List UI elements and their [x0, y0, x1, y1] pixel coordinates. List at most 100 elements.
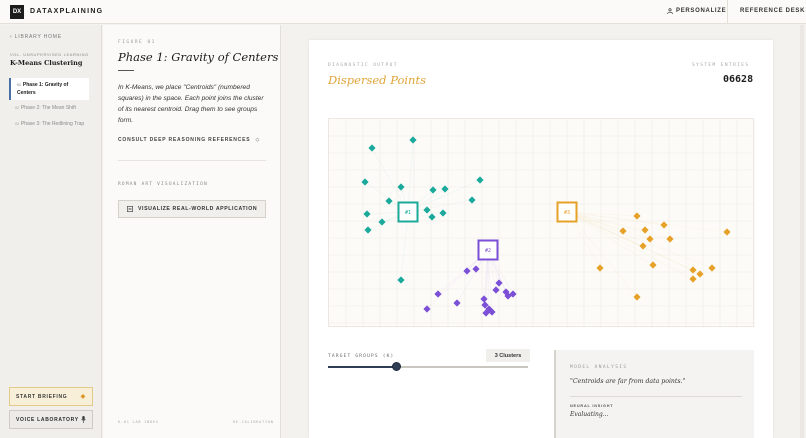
brand-name[interactable]: DATAXPLAINING: [30, 8, 103, 15]
visualize-application-button[interactable]: VISUALIZE REAL-WORLD APPLICATION: [118, 200, 266, 218]
lesson-panel: FIGURE 01 Phase 1: Gravity of Centers In…: [103, 25, 281, 438]
phase-label: Phase 2: The Mean Shift: [20, 105, 76, 111]
centroid-handle[interactable]: #2: [477, 239, 499, 261]
voice-laboratory-button[interactable]: VOICE LABORATORY: [9, 410, 93, 429]
data-point: [666, 235, 674, 243]
k-slider-handle[interactable]: [391, 362, 401, 371]
phase-number: 01: [17, 83, 21, 87]
voice-laboratory-label: VOICE LABORATORY: [16, 416, 79, 423]
assignment-line: [566, 211, 638, 298]
scatter-canvas[interactable]: #1 #2 #3: [329, 119, 755, 328]
scrollbar[interactable]: [800, 25, 804, 438]
model-analysis-text: "Centroids are far from data points.": [570, 378, 686, 385]
divider: [118, 160, 266, 161]
centroid-label: #1: [405, 210, 411, 216]
data-point: [633, 212, 641, 220]
chevron-left-icon: ‹: [10, 34, 13, 40]
course-title: K-Means Clustering: [10, 59, 83, 67]
target-groups-label: TARGET GROUPS (K): [328, 354, 395, 359]
sidebar-item-phase-1[interactable]: 01 Phase 1: Gravity of Centers: [9, 78, 89, 100]
assignment-line: [407, 179, 481, 213]
data-point: [696, 270, 704, 278]
top-bar: DX DATAXPLAINING PERSONALIZE REFERENCE D…: [0, 0, 806, 24]
volume-label: VOL. UNSUPERVISED LEARNING: [10, 52, 89, 57]
centroid-label: #3: [564, 210, 570, 216]
neural-insight-label: NEURAL INSIGHT: [570, 404, 614, 408]
footer-right-label: RE-CALIBRATION: [233, 420, 274, 424]
model-analysis-panel: MODEL ANALYSIS "Centroids are far from d…: [554, 350, 754, 438]
data-point: [641, 226, 649, 234]
neural-insight-text: Evaluating...: [570, 411, 609, 418]
personalize-button[interactable]: PERSONALIZE: [667, 8, 726, 14]
library-home-link[interactable]: ‹ LIBRARY HOME: [10, 34, 62, 40]
data-point: [361, 178, 369, 186]
microphone-icon: [81, 416, 86, 423]
data-point: [723, 228, 731, 236]
reference-desk-link[interactable]: REFERENCE DESK: [740, 8, 805, 14]
assignment-line: [566, 211, 713, 269]
data-point: [363, 210, 371, 218]
data-point: [468, 196, 476, 204]
data-point: [633, 293, 641, 301]
data-point: [596, 264, 604, 272]
sidebar: ‹ LIBRARY HOME VOL. UNSUPERVISED LEARNIN…: [0, 25, 102, 438]
assignment-line: [407, 139, 414, 213]
roman-art-label: ROMAN ART VISUALIZATION: [118, 182, 208, 187]
divider: [727, 0, 728, 24]
consult-references-link[interactable]: CONSULT DEEP REASONING REFERENCES ◇: [118, 137, 260, 143]
data-point: [646, 235, 654, 243]
data-point: [453, 299, 461, 307]
centroid-label: #2: [485, 248, 491, 254]
phase-label: Phase 1: Gravity of Centers: [17, 82, 69, 96]
data-point: [689, 266, 697, 274]
lesson-description: In K-Means, we place "Centroids" (number…: [118, 84, 264, 124]
start-briefing-button[interactable]: START BRIEFING ◆: [9, 387, 93, 406]
cluster-plot[interactable]: #1 #2 #3: [328, 118, 755, 328]
centroid-handle[interactable]: #3: [556, 201, 578, 223]
figure-label: FIGURE 01: [118, 40, 156, 45]
data-point: [397, 183, 405, 191]
start-briefing-label: START BRIEFING: [16, 393, 68, 400]
data-point: [428, 213, 436, 221]
document-icon: [127, 206, 133, 212]
sidebar-item-phase-2[interactable]: 02 Phase 2: The Mean Shift: [9, 101, 89, 115]
data-point: [619, 227, 627, 235]
data-point: [397, 276, 405, 284]
diagnostic-card: DIAGNOSTIC OUTPUT Dispersed Points SYSTE…: [309, 40, 773, 438]
phase-number: 03: [15, 122, 19, 126]
model-analysis-label: MODEL ANALYSIS: [570, 365, 628, 370]
logo[interactable]: DX: [10, 5, 24, 19]
consult-references-label: CONSULT DEEP REASONING REFERENCES: [118, 137, 251, 143]
assignment-line: [566, 211, 701, 275]
data-point: [660, 221, 668, 229]
lesson-title: Phase 1: Gravity of Centers: [118, 50, 279, 64]
diamond-outline-icon: ◇: [255, 137, 261, 143]
divider: [570, 396, 742, 397]
data-point: [439, 209, 447, 217]
visualize-application-label: VISUALIZE REAL-WORLD APPLICATION: [138, 206, 258, 212]
centroid-handle[interactable]: #1: [397, 201, 419, 223]
title-underline: [118, 70, 134, 71]
data-point: [476, 176, 484, 184]
phase-label: Phase 3: The Redlining Trap: [20, 121, 85, 127]
clusters-badge: 3 Clusters: [486, 349, 530, 362]
data-point: [708, 264, 716, 272]
assignment-line: [566, 211, 654, 266]
diamond-icon: ◆: [80, 394, 86, 400]
personalize-label: PERSONALIZE: [676, 8, 727, 14]
sidebar-item-phase-3[interactable]: 03 Phase 3: The Redlining Trap: [9, 117, 89, 131]
system-entries-label: SYSTEM ENTRIES: [692, 63, 750, 68]
data-point: [441, 185, 449, 193]
data-point: [364, 226, 372, 234]
library-home-label: LIBRARY HOME: [14, 34, 62, 40]
system-entries-count: 06628: [723, 74, 754, 85]
phase-number: 02: [15, 106, 19, 110]
status-title: Dispersed Points: [328, 73, 426, 87]
diagnostic-output-label: DIAGNOSTIC OUTPUT: [328, 63, 398, 68]
footer-left-label: K-01 LAB INDEX: [118, 420, 159, 424]
data-point: [385, 197, 393, 205]
data-point: [689, 275, 697, 283]
data-point: [409, 136, 417, 144]
data-point: [492, 286, 500, 294]
k-slider-fill: [328, 366, 396, 368]
